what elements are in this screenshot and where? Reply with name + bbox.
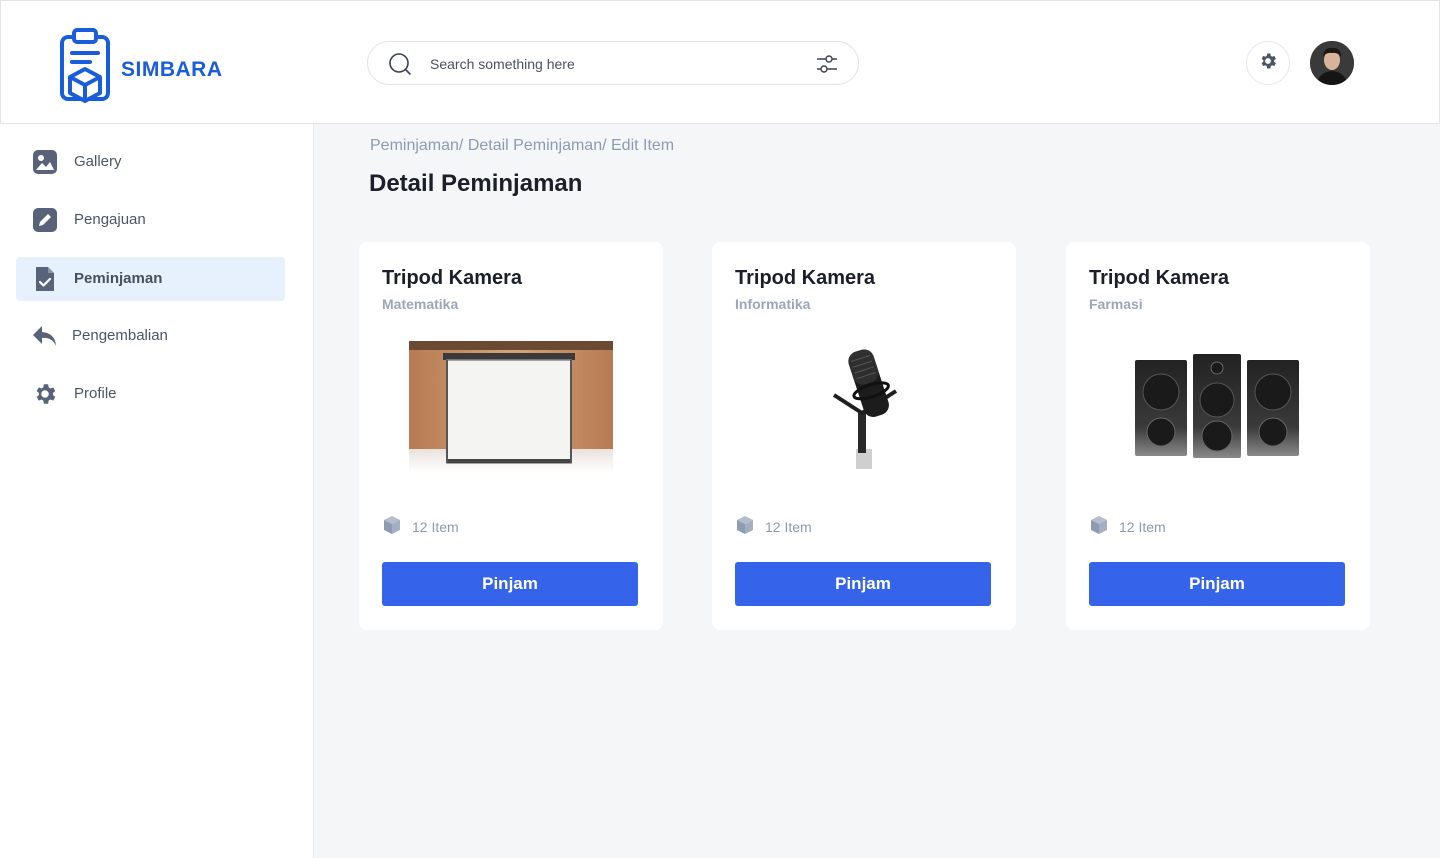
gear-icon	[32, 381, 58, 407]
reply-icon	[32, 323, 58, 349]
sidebar-item-peminjaman[interactable]: Peminjaman	[16, 257, 285, 301]
pinjam-button[interactable]: Pinjam	[382, 562, 638, 606]
card-subtitle: Farmasi	[1089, 296, 1143, 312]
brand-logo[interactable]: SIMBARA	[59, 27, 223, 112]
search-icon[interactable]	[388, 52, 412, 81]
card-title: Tripod Kamera	[382, 267, 523, 289]
projector-screen-image	[399, 336, 623, 476]
card-subtitle: Informatika	[735, 296, 811, 312]
sidebar-item-pengajuan[interactable]: Pengajuan	[16, 198, 285, 242]
box-icon	[1089, 515, 1109, 538]
sidebar-item-label: Peminjaman	[74, 270, 163, 287]
image-icon	[32, 149, 58, 175]
box-icon	[382, 515, 402, 538]
sidebar-item-profile[interactable]: Profile	[16, 372, 285, 416]
sidebar-item-label: Gallery	[74, 153, 122, 170]
pinjam-button[interactable]: Pinjam	[1089, 562, 1345, 606]
top-bar: SIMBARA	[0, 0, 1440, 124]
sidebar-item-gallery[interactable]: Gallery	[16, 140, 285, 184]
item-count-text: 12 Item	[765, 518, 812, 535]
item-count: 12 Item	[735, 515, 812, 538]
sidebar: Gallery Pengajuan Peminjaman Pengembalia…	[0, 124, 314, 858]
sliders-icon[interactable]	[815, 52, 839, 81]
user-avatar[interactable]	[1310, 41, 1354, 85]
breadcrumb[interactable]: Peminjaman/ Detail Peminjaman/ Edit Item	[370, 137, 674, 155]
card-title: Tripod Kamera	[735, 267, 876, 289]
speakers-image	[1106, 336, 1330, 476]
item-card: Tripod Kamera Matematika 12 Item Pinjam	[359, 242, 663, 630]
item-count: 12 Item	[1089, 515, 1166, 538]
document-check-icon	[32, 266, 58, 292]
search-input[interactable]	[430, 53, 790, 75]
card-title: Tripod Kamera	[1089, 267, 1230, 289]
item-card: Tripod Kamera Farmasi 12 Item Pinjam	[1066, 242, 1370, 630]
page-title: Detail Peminjaman	[369, 170, 583, 197]
edit-icon	[32, 207, 58, 233]
item-count-text: 12 Item	[1119, 518, 1166, 535]
item-card: Tripod Kamera Informatika 12 Item Pinjam	[712, 242, 1016, 630]
pinjam-button[interactable]: Pinjam	[735, 562, 991, 606]
brand-name: SIMBARA	[121, 57, 223, 81]
microphone-image	[752, 336, 976, 476]
item-count-text: 12 Item	[412, 518, 459, 535]
sidebar-item-label: Pengajuan	[74, 211, 146, 228]
settings-button[interactable]	[1246, 41, 1290, 85]
card-subtitle: Matematika	[382, 296, 459, 312]
box-icon	[735, 515, 755, 538]
item-count: 12 Item	[382, 515, 459, 538]
gear-icon	[1258, 51, 1278, 76]
sidebar-item-label: Profile	[74, 385, 117, 402]
clipboard-box-icon	[59, 27, 113, 112]
sidebar-item-pengembalian[interactable]: Pengembalian	[16, 314, 285, 358]
search-bar[interactable]	[367, 41, 859, 85]
sidebar-item-label: Pengembalian	[72, 327, 168, 344]
